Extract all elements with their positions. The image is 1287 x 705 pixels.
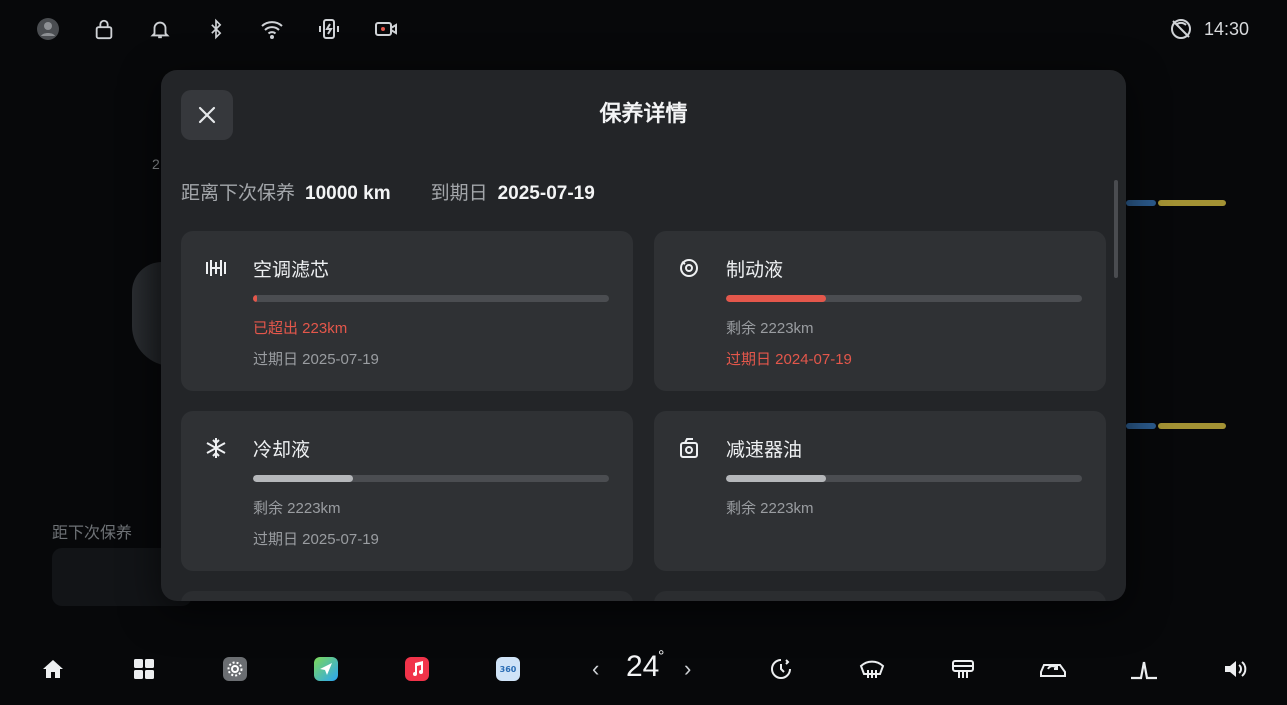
- fan-icon[interactable]: [766, 654, 796, 684]
- snowflake-icon: [203, 435, 229, 461]
- card-title: 空调滤芯: [253, 260, 330, 281]
- due-date-value: 2025-07-19: [497, 183, 595, 204]
- temp-up-chevron-icon[interactable]: ›: [684, 656, 691, 682]
- ac-filter-icon: [203, 255, 229, 281]
- background-bar-blue: [1126, 423, 1156, 429]
- card-title: 冷却液: [253, 440, 311, 461]
- next-card-peek: [654, 591, 1106, 601]
- background-number: 2: [152, 156, 160, 172]
- card-title: 制动液: [726, 260, 784, 281]
- distance-value: 10000 km: [305, 183, 391, 204]
- car-recirculation-icon[interactable]: [1038, 654, 1068, 684]
- progress-fill: [726, 475, 826, 482]
- card-status: 剩余 2223km: [253, 500, 341, 517]
- background-bar-gold: [1158, 423, 1226, 429]
- temp-down-chevron-icon[interactable]: ‹: [592, 656, 599, 682]
- temperature-value: 24: [626, 650, 660, 683]
- card-due-date: 过期日 2024-07-19: [726, 351, 852, 368]
- clock: 14:30: [1203, 19, 1249, 39]
- no-signal-icon: [1168, 16, 1194, 42]
- card-status: 剩余 2223km: [726, 320, 814, 337]
- progress-fill: [253, 295, 257, 302]
- profile-icon[interactable]: [35, 16, 61, 42]
- status-bar: 14:30: [0, 0, 1287, 60]
- background-bar-gold: [1158, 200, 1226, 206]
- bell-icon[interactable]: [147, 16, 173, 42]
- maintenance-card-ac-filter[interactable]: 空调滤芯 已超出 223km 过期日 2025-07-19: [181, 231, 633, 391]
- card-title: 减速器油: [726, 440, 803, 461]
- card-due-date: 过期日 2025-07-19: [253, 531, 379, 548]
- distance-label: 距离下次保养: [181, 183, 296, 204]
- front-defrost-icon[interactable]: [857, 654, 887, 684]
- background-next-service-label: 距下次保养: [52, 525, 133, 542]
- navigation-app-icon[interactable]: [311, 654, 341, 684]
- progress-track: [253, 295, 609, 302]
- wifi-icon[interactable]: [259, 16, 285, 42]
- volume-icon[interactable]: [1220, 654, 1250, 684]
- progress-fill: [726, 295, 826, 302]
- reducer-oil-icon: [676, 435, 702, 461]
- progress-track: [726, 475, 1082, 482]
- progress-track: [253, 475, 609, 482]
- bottom-dock: 360 ‹ 24 ° ›: [0, 632, 1287, 705]
- seat-icon[interactable]: [1129, 654, 1159, 684]
- dialog-title: 保养详情: [599, 101, 688, 126]
- settings-app-icon[interactable]: [220, 654, 250, 684]
- card-status: 已超出 223km: [253, 320, 348, 337]
- maintenance-summary: 距离下次保养 10000 km 到期日 2025-07-19: [181, 178, 595, 205]
- scrollbar[interactable]: [1114, 180, 1118, 278]
- home-icon[interactable]: [38, 654, 68, 684]
- maintenance-details-dialog: 保养详情 距离下次保养 10000 km 到期日 2025-07-19 空调滤芯…: [161, 70, 1126, 601]
- temperature-unit: °: [658, 648, 665, 665]
- maintenance-card-brake-fluid[interactable]: 制动液 剩余 2223km 过期日 2024-07-19: [654, 231, 1106, 391]
- lock-icon[interactable]: [91, 16, 117, 42]
- due-date-label: 到期日: [430, 183, 488, 204]
- rear-defrost-icon[interactable]: [948, 654, 978, 684]
- apps-grid-icon[interactable]: [129, 654, 159, 684]
- camera-360-app-icon[interactable]: 360: [493, 654, 523, 684]
- music-app-icon[interactable]: [402, 654, 432, 684]
- next-card-peek: [181, 591, 633, 601]
- progress-track: [726, 295, 1082, 302]
- progress-fill: [253, 475, 353, 482]
- card-status: 剩余 2223km: [726, 500, 814, 517]
- background-bar-blue: [1126, 200, 1156, 206]
- card-due-date: 过期日 2025-07-19: [253, 351, 379, 368]
- charging-icon[interactable]: [316, 16, 342, 42]
- dashcam-icon[interactable]: [373, 16, 399, 42]
- brake-fluid-icon: [676, 255, 702, 281]
- maintenance-card-coolant[interactable]: 冷却液 剩余 2223km 过期日 2025-07-19: [181, 411, 633, 571]
- maintenance-card-reducer-oil[interactable]: 减速器油 剩余 2223km: [654, 411, 1106, 571]
- bluetooth-icon[interactable]: [203, 16, 229, 42]
